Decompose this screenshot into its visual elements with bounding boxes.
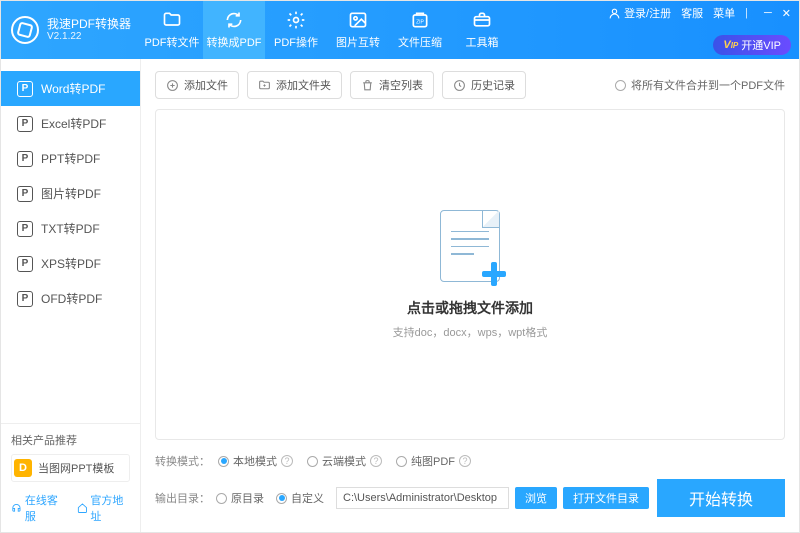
output-label: 输出目录： [155, 490, 210, 506]
header-right: 登录/注册 客服 菜单 | ─ ✕ VIP 开通VIP [600, 1, 799, 59]
mode-pure[interactable]: 纯图PDF? [396, 453, 471, 469]
radio-icon [615, 80, 626, 91]
sidebar-item-excel[interactable]: PExcel转PDF [1, 106, 140, 141]
image-icon [348, 10, 368, 30]
output-original[interactable]: 原目录 [216, 490, 264, 506]
p-icon: P [17, 291, 33, 307]
link-online-service[interactable]: 在线客服 [11, 492, 65, 524]
headset-icon [11, 502, 22, 514]
p-icon: P [17, 221, 33, 237]
link-official-site[interactable]: 官方地址 [77, 492, 131, 524]
radio-icon [307, 456, 318, 467]
file-add-icon [440, 210, 500, 282]
mode-label: 转换模式： [155, 453, 210, 469]
folder-icon [162, 10, 182, 30]
clear-list-button[interactable]: 清空列表 [350, 71, 434, 99]
drop-subtitle: 支持doc，docx，wps，wpt格式 [393, 324, 548, 340]
help-icon[interactable]: ? [281, 455, 293, 467]
folder-plus-icon [258, 79, 271, 92]
tab-image-convert[interactable]: 图片互转 [327, 1, 389, 59]
mode-local[interactable]: 本地模式? [218, 453, 293, 469]
recommend-title: 相关产品推荐 [11, 432, 130, 448]
add-file-button[interactable]: 添加文件 [155, 71, 239, 99]
vip-button[interactable]: VIP 开通VIP [713, 35, 791, 55]
vip-crown-icon: VIP [723, 39, 738, 51]
ad-icon: D [14, 459, 32, 477]
add-folder-button[interactable]: 添加文件夹 [247, 71, 342, 99]
sidebar-item-ppt[interactable]: PPPT转PDF [1, 141, 140, 176]
app-header: 我速PDF转换器 V2.1.22 PDF转文件 转换成PDF PDF操作 图片互… [1, 1, 799, 59]
sidebar-item-image[interactable]: P图片转PDF [1, 176, 140, 211]
drop-area[interactable]: 点击或拖拽文件添加 支持doc，docx，wps，wpt格式 [155, 109, 785, 440]
link-menu[interactable]: 菜单 [713, 5, 735, 21]
zip-icon: ZIP [410, 10, 430, 30]
trash-icon [361, 79, 374, 92]
toolbar: 添加文件 添加文件夹 清空列表 历史记录 将所有文件合并到一个PDF文件 [155, 71, 785, 99]
plus-circle-icon [166, 79, 179, 92]
main-panel: 添加文件 添加文件夹 清空列表 历史记录 将所有文件合并到一个PDF文件 [141, 59, 799, 532]
open-folder-button[interactable]: 打开文件目录 [563, 487, 649, 509]
tab-pdf-to-file[interactable]: PDF转文件 [141, 1, 203, 59]
drop-title: 点击或拖拽文件添加 [407, 298, 533, 318]
output-path-input[interactable] [336, 487, 509, 509]
app-version: V2.1.22 [47, 31, 131, 42]
browse-button[interactable]: 浏览 [515, 487, 557, 509]
radio-icon [216, 493, 227, 504]
p-icon: P [17, 256, 33, 272]
top-tabs: PDF转文件 转换成PDF PDF操作 图片互转 ZIP 文件压缩 工具箱 [141, 1, 513, 59]
merge-option[interactable]: 将所有文件合并到一个PDF文件 [615, 77, 785, 93]
history-button[interactable]: 历史记录 [442, 71, 526, 99]
start-convert-button[interactable]: 开始转换 [657, 479, 785, 517]
toolbox-icon [472, 10, 492, 30]
home-icon [77, 502, 88, 514]
user-icon[interactable]: 登录/注册 [608, 5, 671, 21]
p-icon: P [17, 186, 33, 202]
tab-pdf-ops[interactable]: PDF操作 [265, 1, 327, 59]
person-icon [608, 7, 621, 20]
radio-icon [396, 456, 407, 467]
help-icon[interactable]: ? [370, 455, 382, 467]
sidebar-item-xps[interactable]: PXPS转PDF [1, 246, 140, 281]
p-icon: P [17, 151, 33, 167]
output-custom[interactable]: 自定义 [276, 490, 324, 506]
sidebar-item-txt[interactable]: PTXT转PDF [1, 211, 140, 246]
svg-text:ZIP: ZIP [416, 19, 424, 25]
clock-icon [453, 79, 466, 92]
mode-cloud[interactable]: 云端模式? [307, 453, 382, 469]
tab-compress[interactable]: ZIP 文件压缩 [389, 1, 451, 59]
app-logo-icon [11, 16, 39, 44]
app-name: 我速PDF转换器 [47, 18, 131, 31]
tab-to-pdf[interactable]: 转换成PDF [203, 1, 265, 59]
radio-icon [276, 493, 287, 504]
close-icon[interactable]: ✕ [782, 7, 791, 20]
logo-area: 我速PDF转换器 V2.1.22 [1, 1, 141, 59]
help-icon[interactable]: ? [459, 455, 471, 467]
sidebar-item-word[interactable]: PWord转PDF [1, 71, 140, 106]
minimize-icon[interactable]: ─ [764, 7, 772, 19]
link-service[interactable]: 客服 [681, 5, 703, 21]
p-icon: P [17, 81, 33, 97]
refresh-icon [224, 10, 244, 30]
sidebar-item-ofd[interactable]: POFD转PDF [1, 281, 140, 316]
tab-toolbox[interactable]: 工具箱 [451, 1, 513, 59]
p-icon: P [17, 116, 33, 132]
radio-icon [218, 456, 229, 467]
gear-icon [286, 10, 306, 30]
options-panel: 转换模式： 本地模式? 云端模式? 纯图PDF? 输出目录： 原目录 自定义 浏… [155, 448, 785, 522]
ad-ppt-template[interactable]: D 当图网PPT模板 [11, 454, 130, 482]
sidebar: PWord转PDF PExcel转PDF PPPT转PDF P图片转PDF PT… [1, 59, 141, 532]
